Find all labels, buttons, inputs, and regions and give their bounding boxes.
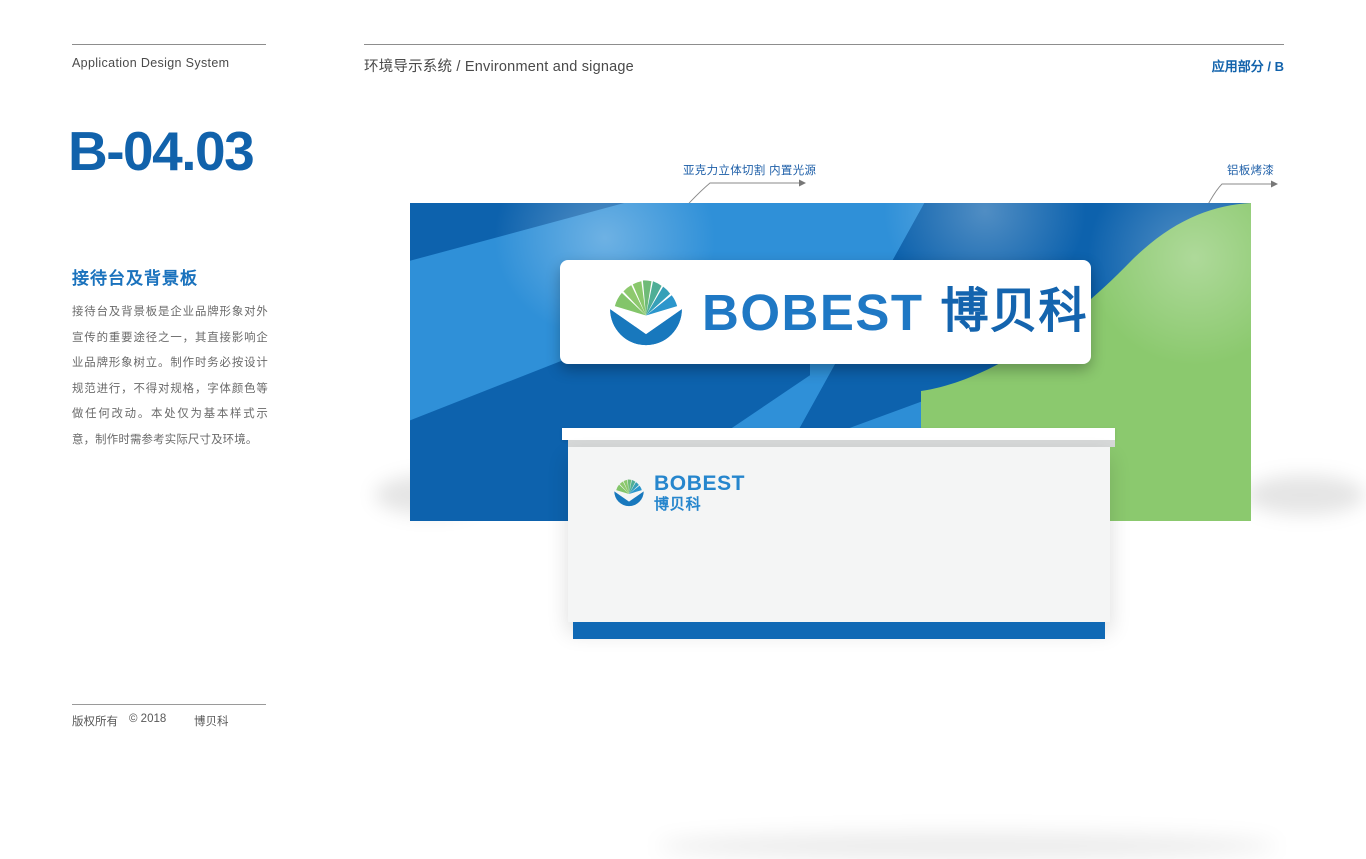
acrylic-signboard: BOBEST 博贝科 <box>560 260 1091 364</box>
signage-mockup-stage: BOBEST 博贝科 BOBEST 博贝科 <box>375 203 1365 859</box>
desk-base-strip <box>573 622 1105 639</box>
footer-brand: 博贝科 <box>194 716 229 728</box>
bobest-logo-icon <box>610 280 682 346</box>
sidebar-bottom-divider <box>72 704 266 705</box>
header-section-label: 环境导示系统 / Environment and signage <box>364 59 634 75</box>
section-description: 接待台及背景板是企业品牌形象对外宣传的重要途径之一，其直接影响企业品牌形象树立。… <box>72 306 268 446</box>
backdrop-spotlight-3 <box>1080 203 1251 373</box>
desk-countertop <box>562 428 1115 440</box>
header-part-label: 应用部分 / B <box>1211 59 1284 74</box>
footer-copyright-year: © 2018 <box>129 713 167 725</box>
callout-label-acrylic: 亚克力立体切割 内置光源 <box>683 165 817 177</box>
floor-shadow-right <box>1245 475 1365 515</box>
footer: 版权所有 © 2018 博贝科 <box>72 713 282 731</box>
desk-chinese-name: 博贝科 <box>654 496 702 513</box>
section-title: 接待台及背景板 <box>72 269 198 288</box>
bobest-logo-icon-small <box>614 479 644 507</box>
desk-front-panel: BOBEST 博贝科 <box>568 447 1110 622</box>
desk-countertop-edge <box>568 440 1115 447</box>
footer-copyright-label: 版权所有 <box>72 716 118 728</box>
sidebar: Application Design System B-04.03 接待台及背景… <box>68 0 268 768</box>
page-code: B-04.03 <box>68 120 255 182</box>
reception-desk: BOBEST 博贝科 <box>547 428 1277 859</box>
application-design-system-label: Application Design System <box>72 56 230 70</box>
signboard-chinese-name: 博贝科 <box>940 285 1088 338</box>
header-divider <box>364 44 1284 45</box>
signboard-wordmark: BOBEST <box>702 283 924 341</box>
sidebar-top-divider <box>72 44 266 45</box>
callout-label-aluminum: 铝板烤漆 <box>1227 165 1275 177</box>
desk-wordmark: BOBEST <box>654 472 746 495</box>
desk-floor-shadow <box>657 833 1277 859</box>
desk-logo: BOBEST 博贝科 <box>613 473 745 512</box>
